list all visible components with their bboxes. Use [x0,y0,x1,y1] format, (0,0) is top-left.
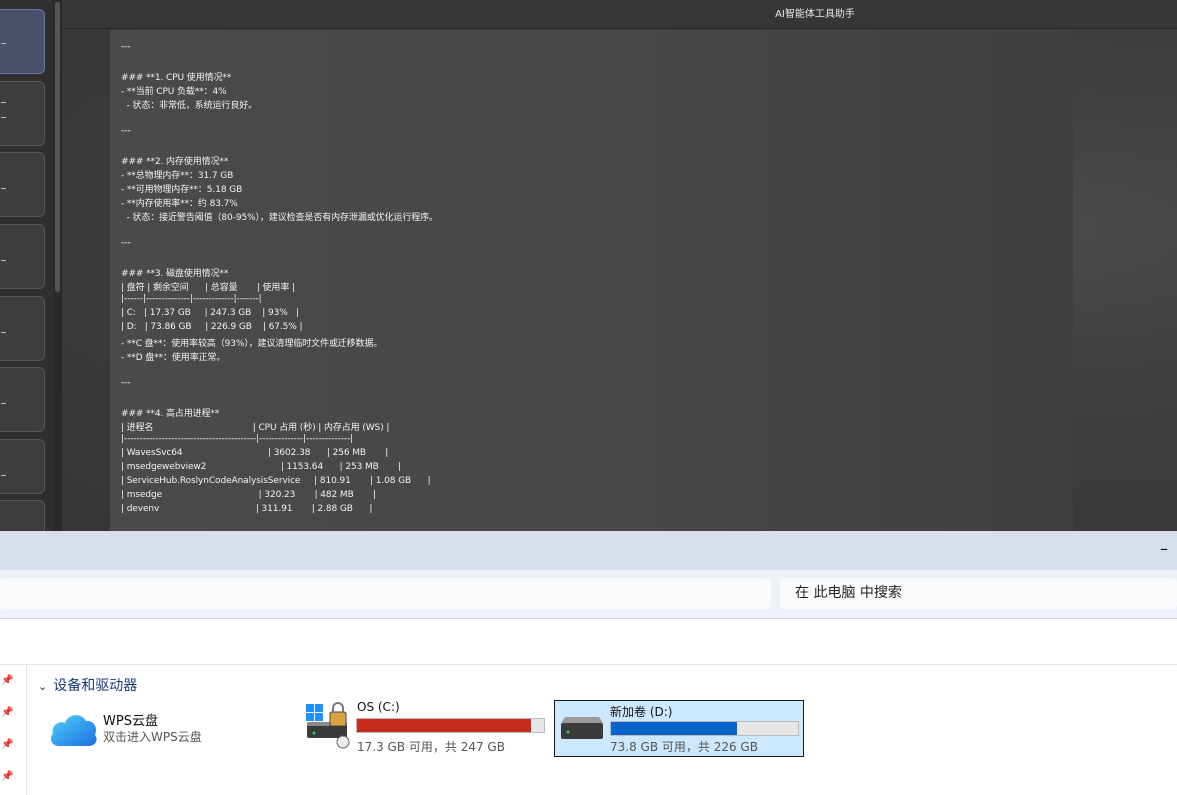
drive-capacity-info: 17.3 GB 可用，共 247 GB [357,740,505,754]
drive-usage-fill [611,722,737,735]
search-box[interactable]: 在 此电脑 中搜索 [780,578,1177,609]
conversation-card[interactable] [0,367,45,432]
command-bar [0,619,1177,665]
drive-c-item[interactable]: OS (C:) 17.3 GB 可用，共 247 GB [303,700,548,757]
report-line: | devenv | 311.91 | 2.88 GB | [121,504,373,514]
report-line: - **内存使用率**：约 83.7% [121,199,238,209]
drive-name: 新加卷 (D:) [610,705,673,719]
conversation-card[interactable] [0,439,45,494]
wps-description: 双击进入WPS云盘 [103,730,202,744]
conversation-card[interactable] [0,81,45,146]
explorer-toolbar: 在 此电脑 中搜索 [0,570,1177,619]
report-line: | msedge | 320.23 | 482 MB | [121,490,376,500]
report-line: --- [121,378,131,388]
ai-titlebar: AI智能体工具助手 [62,0,1177,29]
drive-d-item[interactable]: 新加卷 (D:) 73.8 GB 可用，共 226 GB [554,700,804,757]
address-bar[interactable] [0,578,771,609]
conversation-card[interactable] [0,9,45,74]
report-line: - **总物理内存**：31.7 GB [121,171,234,181]
report-line: | 盘符 | 剩余空间 | 总容量 | 使用率 | [121,283,295,293]
wps-cloud-item[interactable]: WPS云盘 双击进入WPS云盘 [47,703,267,751]
report-line: | C: | 17.37 GB | 247.3 GB | 93% | [121,308,299,318]
drive-usage-bar [356,718,545,733]
report-line: - **C 盘**：使用率较高（93%），建议清理临时文件或迁移数据。 [121,339,383,349]
drive-usage-bar [610,721,799,736]
conversation-sidebar [0,0,62,531]
navigation-pane: 📌 📌 📌 📌 [0,665,27,795]
explorer-titlebar: – [0,531,1177,570]
report-line: |------|--------------|-------------|---… [121,294,262,304]
cloud-icon [51,715,97,746]
minimize-button[interactable]: – [1160,539,1168,558]
drive-capacity-info: 73.8 GB 可用，共 226 GB [610,740,758,754]
report-line: ### **3. 磁盘使用情况** [121,269,229,279]
report-line: - 状态：非常低，系统运行良好。 [121,101,258,111]
sidebar-scrollbar[interactable] [53,0,62,531]
pin-icon: 📌 [1,771,14,782]
report-line: - **D 盘**：使用率正常。 [121,353,226,363]
report-line: - **可用物理内存**：5.18 GB [121,185,243,195]
system-drive-icon [306,702,350,749]
report-line: - **当前 CPU 负载**：4% [121,87,227,97]
wps-name: WPS云盘 [103,714,158,729]
report-line: | WavesSvc64 | 3602.38 | 256 MB | [121,448,389,458]
file-explorer-window: – 在 此电脑 中搜索 📌 📌 📌 📌 ⌄ 设备和驱动器 WPS云盘 双击进入WP… [0,531,1177,795]
window-title: AI智能体工具助手 [775,9,855,20]
report-line: ### **2. 内存使用情况** [121,157,229,167]
report-line: | msedgewebview2 | 1153.64 | 253 MB | [121,462,401,472]
devices-section-header[interactable]: ⌄ 设备和驱动器 [38,675,137,695]
report-line: ### **4. 高占用进程** [121,409,220,419]
drive-name: OS (C:) [357,700,400,714]
hard-drive-icon [561,717,603,739]
conversation-card[interactable] [0,224,45,289]
conversation-card[interactable] [0,296,45,361]
report-line: |---------------------------------------… [121,434,354,444]
report-line: --- [121,42,131,52]
conversation-card[interactable] [0,500,45,531]
report-line: - 状态：接近警告阈值（80-95%），建议检查是否有内存泄漏或优化运行程序。 [121,213,439,223]
pin-icon: 📌 [1,739,14,750]
report-line: | ServiceHub.RoslynCodeAnalysisService |… [121,476,431,486]
report-line: ### **1. CPU 使用情况** [121,73,232,83]
report-line: | D: | 73.86 GB | 226.9 GB | 67.5% | [121,322,303,332]
section-title: 设备和驱动器 [53,678,138,694]
scrollbar-thumb[interactable] [55,2,60,292]
pin-icon: 📌 [1,675,14,686]
conversation-card[interactable] [0,152,45,217]
report-line: | 进程名 | CPU 占用 (秒) | 内存占用 (WS) | [121,423,390,433]
ai-assistant-window: AI智能体工具助手 --- ### **1. CPU 使用情况** - **当前 C… [0,0,1177,531]
chevron-down-icon[interactable]: ⌄ [38,680,47,693]
drive-usage-fill [357,719,531,732]
report-line: --- [121,126,131,136]
report-line: --- [121,238,131,248]
pin-icon: 📌 [1,707,14,718]
